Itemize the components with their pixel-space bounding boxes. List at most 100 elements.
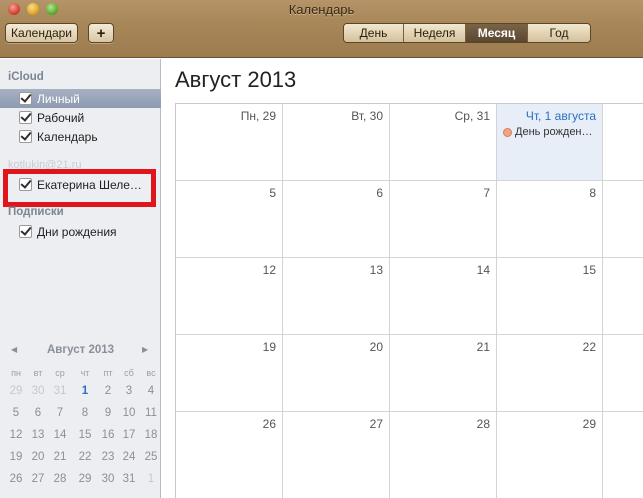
day-cell[interactable]: Вт, 30 xyxy=(283,104,390,181)
day-cell[interactable]: 19 xyxy=(176,335,283,412)
day-cell[interactable]: 6 xyxy=(283,181,390,258)
mini-calendar-day[interactable]: 26 xyxy=(5,473,27,485)
mini-calendar-day[interactable]: 24 xyxy=(118,451,140,463)
mini-calendar-day[interactable]: 19 xyxy=(5,451,27,463)
calendar-item-calendar[interactable]: Календарь xyxy=(0,127,161,146)
mini-weekday-label: ср xyxy=(55,368,65,378)
mini-calendar-day[interactable]: 6 xyxy=(27,407,49,419)
mini-calendar-day[interactable]: 5 xyxy=(5,407,27,419)
mini-calendar-day[interactable]: 7 xyxy=(49,407,71,419)
day-cell[interactable] xyxy=(603,181,643,258)
tab-week[interactable]: Неделя xyxy=(404,24,466,42)
mini-calendar-day[interactable]: 3 xyxy=(118,385,140,397)
mini-calendar-day[interactable]: 2 xyxy=(97,385,119,397)
day-cell[interactable]: Пн, 29 xyxy=(176,104,283,181)
mini-calendar-day[interactable]: 9 xyxy=(97,407,119,419)
checkbox-icon[interactable] xyxy=(19,225,32,238)
mini-calendar-day[interactable]: 11 xyxy=(140,407,162,419)
mini-calendar-day[interactable]: 29 xyxy=(74,473,96,485)
mini-calendar-day[interactable]: 4 xyxy=(140,385,162,397)
mini-calendar-day[interactable]: 23 xyxy=(97,451,119,463)
mini-calendar-day[interactable]: 31 xyxy=(49,385,71,397)
mini-calendar-day[interactable]: 18 xyxy=(140,429,162,441)
checkbox-icon[interactable] xyxy=(19,130,32,143)
mini-calendar-day[interactable]: 1 xyxy=(74,385,96,397)
day-number: Вт, 30 xyxy=(351,109,383,123)
day-cell[interactable]: 13 xyxy=(283,258,390,335)
day-cell[interactable]: 29 xyxy=(497,412,603,498)
event-item[interactable]: День рожден… xyxy=(503,126,593,138)
event-dot-icon xyxy=(503,127,512,137)
calendar-item-label: Рабочий xyxy=(37,110,85,125)
day-number: 15 xyxy=(582,263,596,277)
mini-calendar-day[interactable]: 25 xyxy=(140,451,162,463)
tab-year[interactable]: Год xyxy=(528,24,590,42)
add-event-button[interactable]: + xyxy=(88,23,114,43)
day-number: Ср, 31 xyxy=(454,109,490,123)
day-cell[interactable]: Чт, 1 августа День рожден… xyxy=(497,104,603,181)
mini-calendar-day[interactable]: 27 xyxy=(27,473,49,485)
mini-calendar-day[interactable]: 16 xyxy=(97,429,119,441)
mini-calendar-day[interactable]: 17 xyxy=(118,429,140,441)
mini-calendar-day[interactable]: 12 xyxy=(5,429,27,441)
calendar-item-work[interactable]: Рабочий xyxy=(0,108,161,127)
day-cell[interactable]: 21 xyxy=(390,335,497,412)
day-cell[interactable]: 12 xyxy=(176,258,283,335)
day-number: 5 xyxy=(269,186,276,200)
day-number: 19 xyxy=(262,340,276,354)
day-number: 20 xyxy=(369,340,383,354)
day-cell[interactable]: 8 xyxy=(497,181,603,258)
day-cell[interactable]: 22 xyxy=(497,335,603,412)
mini-calendar-day[interactable]: 21 xyxy=(49,451,71,463)
day-cell[interactable]: Ср, 31 xyxy=(390,104,497,181)
day-cell[interactable] xyxy=(603,104,643,181)
mini-weekday-label: чт xyxy=(80,368,90,378)
calendars-button[interactable]: Календари xyxy=(5,23,78,43)
mini-calendar-day[interactable]: 1 xyxy=(140,473,162,485)
mini-calendar-day[interactable]: 14 xyxy=(49,429,71,441)
mini-calendar-day[interactable]: 30 xyxy=(97,473,119,485)
mini-calendar-day[interactable]: 29 xyxy=(5,385,27,397)
mini-next-month-icon[interactable]: ▶ xyxy=(142,345,148,354)
day-cell[interactable]: 28 xyxy=(390,412,497,498)
day-number: 12 xyxy=(262,263,276,277)
day-cell[interactable]: 14 xyxy=(390,258,497,335)
mini-weekday-label: сб xyxy=(124,368,134,378)
checkbox-icon[interactable] xyxy=(19,92,32,105)
day-number: 8 xyxy=(589,186,596,200)
tab-day[interactable]: День xyxy=(344,24,404,42)
day-number: 22 xyxy=(582,340,596,354)
mini-calendar-day[interactable]: 10 xyxy=(118,407,140,419)
day-number: Пн, 29 xyxy=(240,109,276,123)
calendar-item-personal[interactable]: Личный xyxy=(0,89,161,108)
mini-calendar-day[interactable]: 30 xyxy=(27,385,49,397)
day-cell[interactable]: 15 xyxy=(497,258,603,335)
mini-calendar-header: ◀ Август 2013 ▶ xyxy=(0,344,161,360)
mini-calendar-day[interactable]: 28 xyxy=(49,473,71,485)
day-cell[interactable] xyxy=(603,335,643,412)
mini-calendar-day[interactable]: 8 xyxy=(74,407,96,419)
mini-calendar-day[interactable]: 13 xyxy=(27,429,49,441)
tab-month[interactable]: Месяц xyxy=(466,24,528,42)
day-cell[interactable]: 27 xyxy=(283,412,390,498)
mini-calendar-day[interactable]: 20 xyxy=(27,451,49,463)
red-highlight-frame xyxy=(3,169,156,207)
day-cell[interactable] xyxy=(603,258,643,335)
day-cell[interactable]: 5 xyxy=(176,181,283,258)
day-number: 6 xyxy=(376,186,383,200)
day-number: 27 xyxy=(369,417,383,431)
day-number: 21 xyxy=(476,340,490,354)
mini-weekday-label: пн xyxy=(11,368,21,378)
day-number: 14 xyxy=(476,263,490,277)
checkbox-icon[interactable] xyxy=(19,111,32,124)
mini-calendar-day[interactable]: 15 xyxy=(74,429,96,441)
calendar-item-birthdays[interactable]: Дни рождения xyxy=(0,222,161,241)
day-cell[interactable]: 26 xyxy=(176,412,283,498)
day-cell[interactable]: 7 xyxy=(390,181,497,258)
day-cell[interactable] xyxy=(603,412,643,498)
calendar-list-sidebar: iCloud Личный Рабочий Календарь kotlukin… xyxy=(0,59,161,498)
mini-weekday-label: вс xyxy=(146,368,156,378)
mini-calendar-day[interactable]: 22 xyxy=(74,451,96,463)
mini-calendar-day[interactable]: 31 xyxy=(118,473,140,485)
day-cell[interactable]: 20 xyxy=(283,335,390,412)
